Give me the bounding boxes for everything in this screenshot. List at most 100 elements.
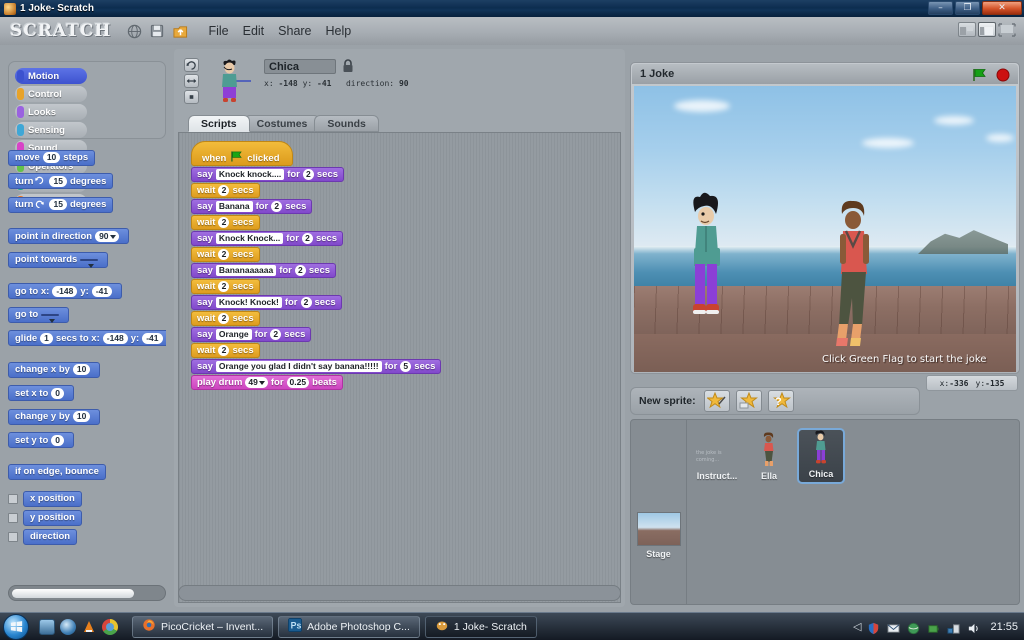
watcher-checkbox[interactable] (8, 493, 18, 504)
sprite-chica-on-stage[interactable] (682, 190, 734, 334)
palette-block-set-x-to[interactable]: set x to 0 (8, 385, 74, 401)
block-text-input[interactable]: Knock knock.... (215, 169, 285, 180)
palette-scroll-thumb[interactable] (12, 589, 134, 598)
palette-block-glide-secs-to-xy[interactable]: glide 1 secs to x: -148 y: -41 (8, 330, 166, 346)
sprite-item-chica[interactable]: Chica (797, 428, 845, 484)
script-block-wait-secs[interactable]: wait 2 secs (191, 343, 260, 358)
palette-reporter-x-position[interactable]: x position (23, 490, 82, 507)
globe-icon[interactable] (125, 22, 143, 40)
script-stack[interactable]: when clicked say Knock knock.... for 2 secs wai… (191, 141, 442, 391)
block-dropdown[interactable] (80, 258, 99, 268)
block-text-input[interactable]: Orange (215, 329, 252, 340)
block-number-input[interactable]: 2 (218, 313, 230, 324)
minimize-button[interactable]: – (928, 1, 953, 15)
script-block-say-for-secs[interactable]: say Knock Knock... for 2 secs (191, 231, 344, 246)
palette-block-point-towards[interactable]: point towards (8, 251, 109, 268)
block-text-input[interactable]: Bananaaaaaa (215, 265, 277, 276)
script-block-say-for-secs[interactable]: say Bananaaaaaa for 2 secs (191, 263, 337, 278)
block-number-input[interactable]: 2 (270, 329, 282, 340)
start-button[interactable] (3, 613, 29, 640)
menu-help[interactable]: Help (326, 24, 352, 38)
palette-block-change-y-by[interactable]: change y by 10 (8, 408, 101, 425)
block-dropdown[interactable] (41, 313, 60, 323)
no-rotation-icon[interactable] (184, 90, 199, 104)
menu-edit[interactable]: Edit (243, 24, 265, 38)
left-right-flip-icon[interactable] (184, 74, 199, 88)
block-number-input[interactable]: 10 (72, 411, 91, 422)
show-desktop-icon[interactable] (39, 618, 55, 635)
block-number-input[interactable]: -41 (142, 332, 163, 344)
menu-file[interactable]: File (208, 24, 228, 38)
menu-share[interactable]: Share (278, 24, 311, 38)
media-player-icon[interactable] (60, 618, 76, 635)
globe-icon[interactable] (907, 620, 921, 634)
choose-new-sprite-icon[interactable] (735, 390, 762, 412)
small-stage-view-button[interactable] (958, 22, 976, 37)
block-number-input[interactable]: 0 (51, 387, 64, 399)
palette-block-list[interactable]: move 10 steps turn 15 degrees turn 15 degrees poi… (8, 145, 166, 585)
sprite-item-instruct[interactable]: the joke is coming... Instruct... (693, 428, 741, 484)
block-number-input[interactable]: 1 (40, 332, 53, 344)
stage-canvas[interactable]: Click Green Flag to start the joke (634, 86, 1016, 372)
block-number-input[interactable]: 15 (49, 199, 67, 210)
palette-block-change-x-by[interactable]: change x by 10 (8, 361, 101, 378)
sprite-item-ella[interactable]: Ella (745, 428, 793, 484)
block-number-input[interactable]: 2 (271, 201, 283, 212)
block-number-input[interactable]: 2 (218, 249, 230, 260)
block-text-input[interactable]: Banana (215, 201, 253, 212)
block-number-input[interactable]: 0.25 (286, 377, 310, 388)
stage-thumbnail[interactable] (636, 512, 681, 546)
normal-stage-view-button[interactable] (978, 22, 996, 37)
block-number-input[interactable]: 15 (49, 175, 67, 187)
chrome-icon[interactable] (102, 618, 118, 635)
script-block-wait-secs[interactable]: wait 2 secs (191, 183, 260, 198)
tab-sounds[interactable]: Sounds (314, 115, 379, 132)
lock-icon[interactable] (342, 58, 354, 77)
block-number-input[interactable]: 5 (400, 361, 412, 372)
script-block-say-for-secs[interactable]: say Orange for 2 secs (191, 327, 312, 342)
block-dropdown[interactable]: 90 (95, 230, 119, 242)
battery-icon[interactable] (927, 620, 941, 634)
rotate-freely-icon[interactable] (184, 58, 199, 72)
watcher-checkbox[interactable] (8, 512, 18, 523)
block-number-input[interactable]: 10 (72, 364, 91, 375)
volume-icon[interactable] (967, 620, 981, 634)
category-sensing[interactable]: Sensing (15, 122, 87, 138)
script-block-say-for-secs[interactable]: say Orange you glad I didn't say banana!!… (191, 359, 442, 374)
block-number-input[interactable]: -148 (102, 332, 128, 344)
network-icon[interactable] (947, 620, 961, 634)
category-control[interactable]: Control (15, 86, 87, 102)
palette-block-point-in-direction[interactable]: point in direction 90 (8, 228, 129, 244)
paint-new-sprite-icon[interactable] (703, 390, 730, 412)
block-number-input[interactable]: 0 (51, 434, 64, 446)
save-icon[interactable] (148, 22, 166, 40)
stage-selector[interactable]: Stage (631, 420, 687, 604)
vlc-icon[interactable] (81, 619, 97, 635)
block-number-input[interactable]: 2 (301, 233, 313, 244)
palette-block-go-to-xy[interactable]: go to x: -148 y: -41 (8, 283, 123, 299)
share-upload-icon[interactable] (171, 22, 189, 40)
scripts-canvas[interactable]: when clicked say Knock knock.... for 2 secs wai… (178, 132, 621, 603)
block-number-input[interactable]: 2 (218, 217, 230, 228)
presentation-view-button[interactable] (998, 22, 1016, 37)
green-flag-icon[interactable] (972, 67, 988, 86)
category-looks[interactable]: Looks (15, 104, 87, 120)
palette-block-turn-right-degrees[interactable]: turn 15 degrees (8, 173, 114, 189)
block-number-input[interactable]: 2 (294, 265, 306, 276)
maximize-button[interactable]: ❐ (955, 1, 980, 15)
script-block-say-for-secs[interactable]: say Knock! Knock! for 2 secs (191, 295, 342, 310)
surprise-sprite-icon[interactable]: ? (767, 390, 794, 412)
palette-reporter-y-position[interactable]: y position (23, 509, 82, 526)
block-number-input[interactable]: 2 (218, 185, 230, 196)
category-motion[interactable]: Motion (15, 68, 87, 84)
tab-costumes[interactable]: Costumes (243, 115, 321, 132)
sprite-ella-on-stage[interactable] (826, 198, 882, 366)
script-block-play-drum-for-beats[interactable]: play drum 49 for 0.25 beats (191, 375, 343, 390)
palette-block-set-y-to[interactable]: set y to 0 (8, 432, 74, 448)
block-number-input[interactable]: 2 (302, 169, 314, 180)
watcher-checkbox[interactable] (8, 531, 18, 542)
taskbar-item-picocricket[interactable]: PicoCricket – Invent... (132, 615, 274, 638)
script-block-say-for-secs[interactable]: say Knock knock.... for 2 secs (191, 167, 345, 182)
script-block-wait-secs[interactable]: wait 2 secs (191, 215, 260, 230)
scripts-horizontal-scrollbar[interactable] (178, 585, 621, 601)
